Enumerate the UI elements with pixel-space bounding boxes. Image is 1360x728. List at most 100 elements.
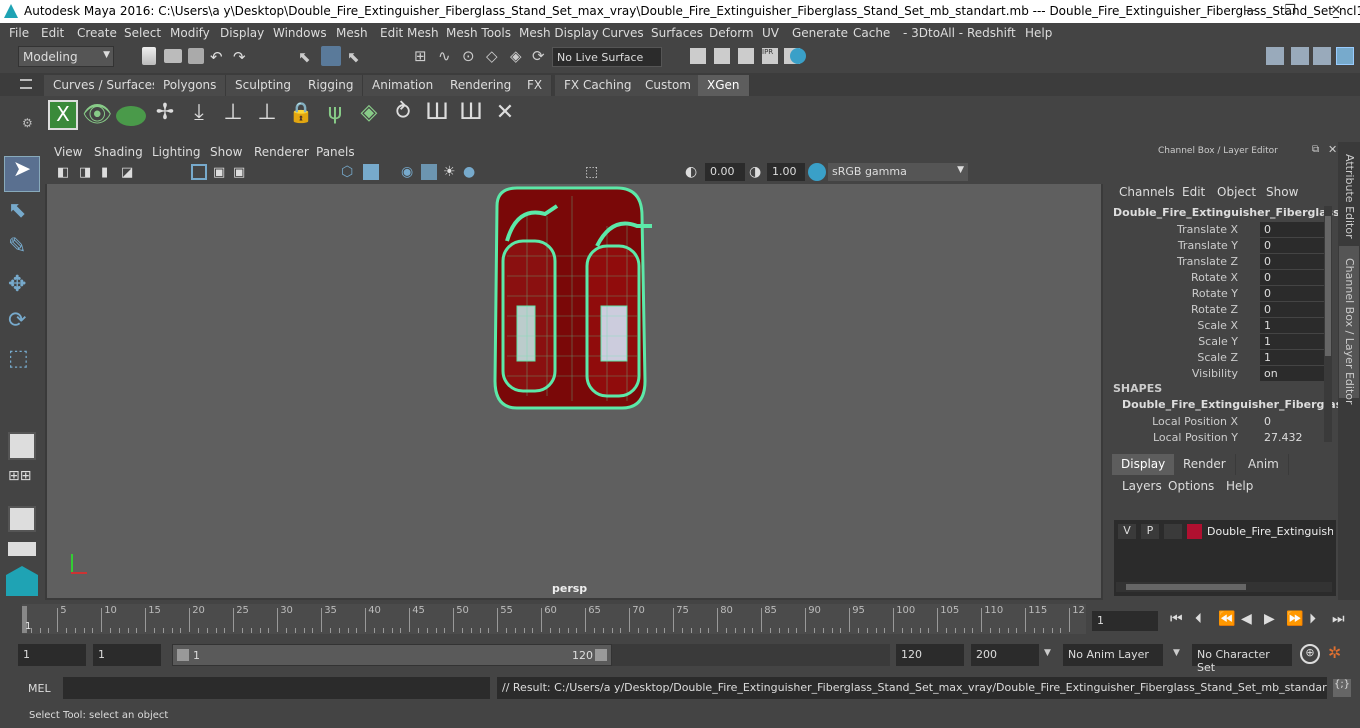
channel-value[interactable]: on [1260,366,1330,381]
grid-toggle-icon[interactable] [191,164,207,180]
playback-start-field[interactable]: 1 [93,644,161,666]
vp-menu-shading[interactable]: Shading [94,145,143,159]
layer-playback-toggle[interactable]: P [1141,524,1159,539]
live-surface-icon[interactable]: ⟳ [532,47,545,65]
menu-help[interactable]: Help [1025,26,1052,40]
cb-menu-edit[interactable]: Edit [1182,185,1205,199]
channel-value[interactable]: 0 [1260,286,1330,301]
snap-point-icon[interactable]: ⊙ [462,47,475,65]
tab-xgen[interactable]: XGen [698,75,750,96]
snap-surface-icon[interactable]: ◈ [510,47,522,65]
scale-tool-icon[interactable]: ⬚ [8,346,29,371]
exposure-icon[interactable]: ◐ [685,164,697,180]
exposure-field[interactable]: 0.00 [705,163,745,181]
menu-deform[interactable]: Deform [709,26,754,40]
shadows-icon[interactable]: ● [463,164,475,180]
auto-key-icon[interactable]: ⊕ [1300,644,1320,664]
channel-value[interactable]: 1 [1260,318,1330,333]
two-view-layout-icon[interactable] [8,506,36,532]
tab-sculpting[interactable]: Sculpting [226,75,302,96]
tab-polygons[interactable]: Polygons [154,75,227,96]
shape-local-position-x[interactable]: Local Position X 0 [1106,414,1328,430]
guides-to-curves-icon[interactable]: ψ [320,100,350,130]
resolution-gate-icon[interactable]: ▣ [233,165,245,180]
layer-color-swatch[interactable] [1187,524,1202,539]
tab-curves-surfaces[interactable]: Curves / Surfaces [44,75,169,96]
snap-grid-icon[interactable]: ⊞ [414,47,427,65]
open-scene-icon[interactable] [164,49,182,63]
create-description-icon[interactable] [116,106,146,126]
layer-tab-display[interactable]: Display [1112,454,1176,475]
select-by-object-icon[interactable] [321,46,341,66]
layer-visibility-toggle[interactable]: V [1118,524,1136,539]
command-input[interactable] [63,677,490,699]
lasso-tool-icon[interactable]: ⬉ [8,198,26,223]
minimize-button[interactable]: — [1242,3,1258,19]
cut-icon[interactable]: Ш [456,100,486,130]
interactive-groom-icon[interactable]: ⥁ [388,100,418,130]
channel-value[interactable]: 0 [1260,270,1330,285]
channel-value[interactable]: 0 [1260,222,1330,237]
sculpt-guides-icon[interactable]: ⤓ [184,100,214,130]
menu-edit[interactable]: Edit [41,26,64,40]
playback-end-field[interactable]: 120 [896,644,964,666]
tab-rendering[interactable]: Rendering [441,75,522,96]
cb-menu-show[interactable]: Show [1266,185,1298,199]
live-surface-field[interactable]: No Live Surface [552,47,662,67]
isolate-select-icon[interactable]: ⬚ [585,164,598,180]
channel-rotate-z[interactable]: Rotate Z 0 [1106,302,1330,318]
channel-box-toggle-icon[interactable] [1336,47,1354,65]
bookmark-icon[interactable]: ▮ [101,165,108,180]
xgen-editor-icon[interactable]: X [48,100,78,130]
groom-icon[interactable]: ◈ [354,100,384,130]
go-to-start-icon[interactable]: ⏮ [1170,611,1183,627]
menu-select[interactable]: Select [124,26,161,40]
channel-value[interactable]: 0 [1260,302,1330,317]
color-space-dropdown[interactable]: sRGB gamma ▼ [828,163,968,181]
menu-mesh-display[interactable]: Mesh Display [519,26,599,40]
menu-file[interactable]: File [9,26,29,40]
tab-custom[interactable]: Custom [636,75,701,96]
hypershade-icon[interactable] [790,48,806,64]
layer-tab-render[interactable]: Render [1174,454,1236,475]
wireframe-icon[interactable]: ⬡ [341,164,353,180]
layer-scroll-thumb[interactable] [1126,584,1246,590]
channel-value[interactable]: 0 [1260,254,1330,269]
vp-menu-view[interactable]: View [54,145,82,159]
shelf-menu-icon[interactable] [20,79,32,89]
close-button[interactable]: ✕ [1328,3,1344,19]
tab-fx-caching[interactable]: FX Caching [555,75,642,96]
channel-rotate-y[interactable]: Rotate Y 0 [1106,286,1330,302]
menu-cache[interactable]: Cache [853,26,890,40]
tool-settings-toggle-icon[interactable] [1313,47,1331,65]
anim-layer-dropdown[interactable]: No Anim Layer [1063,644,1163,666]
groom-brush-icon[interactable]: Ш [422,100,452,130]
script-editor-icon[interactable]: {;} [1333,679,1351,697]
layer-tab-anim[interactable]: Anim [1239,454,1289,475]
cb-menu-channels[interactable]: Channels [1119,185,1175,199]
tab-rigging[interactable]: Rigging [299,75,364,96]
channel-value[interactable]: 1 [1260,350,1330,365]
menu-create[interactable]: Create [77,26,117,40]
single-view-layout-icon[interactable] [8,432,36,460]
scene-start-field[interactable]: 1 [18,644,86,666]
gamma-field[interactable]: 1.00 [767,163,805,181]
channel-translate-z[interactable]: Translate Z 0 [1106,254,1330,270]
channel-scale-x[interactable]: Scale X 1 [1106,318,1330,334]
guide-visibility-icon[interactable]: ⊥ [252,100,282,130]
go-to-end-icon[interactable]: ⏭ [1332,611,1345,627]
vp-menu-show[interactable]: Show [210,145,242,159]
scene-end-field[interactable]: 200 [971,644,1039,666]
maya-home-icon[interactable] [6,566,38,596]
time-ruler[interactable]: 5 10 15 20 25 30 35 40 45 50 55 60 65 70 75 80 85 90 95 100… [22,604,1086,634]
add-guide-icon[interactable]: ⊥ [218,100,248,130]
maximize-button[interactable]: ❐ [1282,3,1298,19]
lights-icon[interactable]: ☀ [443,164,456,180]
layer-scrollbar[interactable] [1116,582,1332,592]
channel-value[interactable]: 1 [1260,334,1330,349]
channel-box-tab[interactable]: Channel Box / Layer Editor [1343,258,1356,405]
construction-history-icon[interactable] [690,48,706,64]
close-panel-icon[interactable]: ✕ [1328,143,1337,156]
channel-translate-x[interactable]: Translate X 0 [1106,222,1330,238]
fire-extinguisher-model[interactable] [477,186,677,422]
